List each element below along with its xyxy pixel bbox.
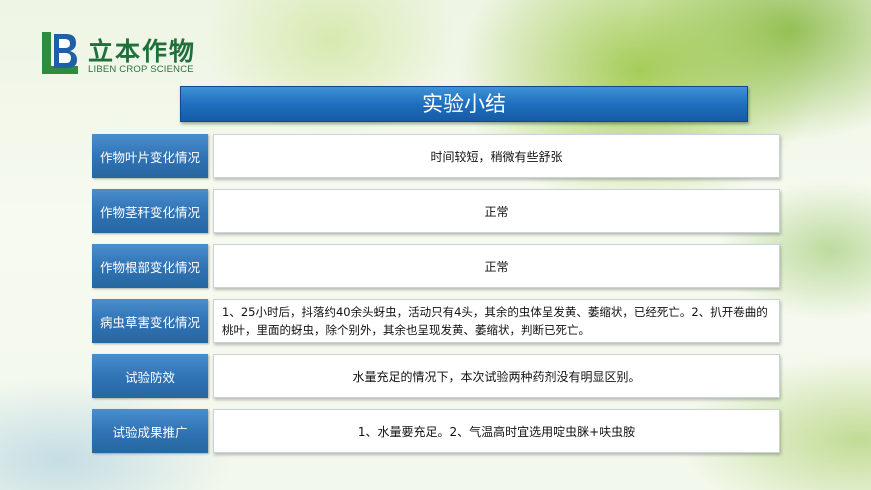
row-value: 正常 [213,189,780,233]
row-value: 正常 [213,244,780,288]
logo-chinese-name: 立本作物 [88,37,197,66]
summary-row-efficacy: 试验防效 水量充足的情况下，本次试验两种药剂没有明显区别。 [92,354,780,398]
row-label: 作物根部变化情况 [92,244,208,288]
row-label: 病虫草害变化情况 [92,299,208,343]
row-value: 1、25小时后，抖落约40余头蚜虫，活动只有4头，其余的虫体呈发黄、萎缩状，已经… [213,299,780,343]
row-value: 1、水量要充足。2、气温高时宜选用啶虫脒+呋虫胺 [213,409,780,453]
logo-english-name: LIBEN CROP SCIENCE [88,64,194,75]
row-label: 试验成果推广 [92,409,208,453]
summary-row-root: 作物根部变化情况 正常 [92,244,780,288]
row-label: 作物叶片变化情况 [92,134,208,178]
row-label: 作物茎秆变化情况 [92,189,208,233]
liben-logo-icon [42,32,78,74]
row-label: 试验防效 [92,354,208,398]
summary-row-leaf: 作物叶片变化情况 时间较短，稍微有些舒张 [92,134,780,178]
summary-row-stem: 作物茎秆变化情况 正常 [92,189,780,233]
row-value: 水量充足的情况下，本次试验两种药剂没有明显区别。 [213,354,780,398]
row-value: 时间较短，稍微有些舒张 [213,134,780,178]
summary-row-promotion: 试验成果推广 1、水量要充足。2、气温高时宜选用啶虫脒+呋虫胺 [92,409,780,453]
page-title: 实验小结 [180,86,748,122]
company-logo: 立本作物 LIBEN CROP SCIENCE [40,30,205,80]
summary-row-pest: 病虫草害变化情况 1、25小时后，抖落约40余头蚜虫，活动只有4头，其余的虫体呈… [92,299,780,343]
